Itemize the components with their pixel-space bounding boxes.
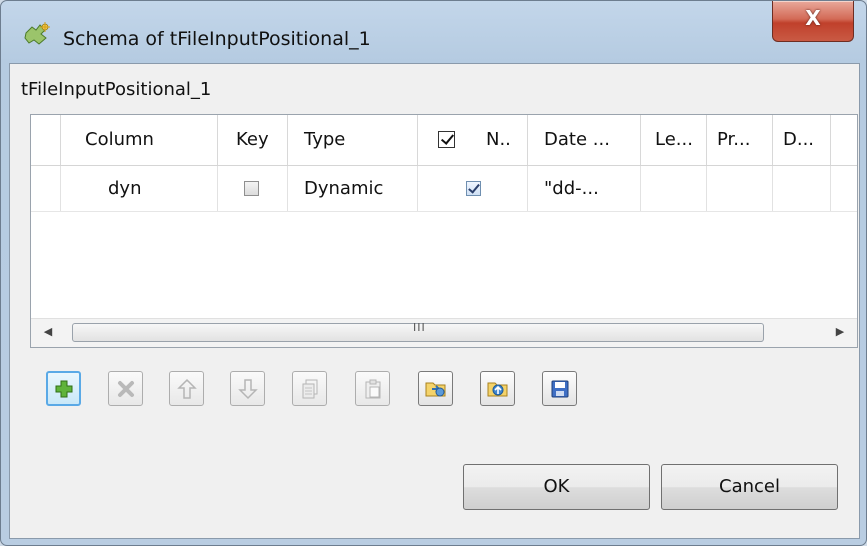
arrow-up-icon (176, 378, 197, 399)
table-row[interactable]: dyn Dynamic "dd-... (31, 166, 857, 212)
scroll-thumb[interactable]: III (72, 321, 764, 342)
save-icon (551, 380, 568, 397)
ok-button[interactable]: OK (463, 464, 650, 510)
export-folder-icon (487, 382, 507, 396)
move-down-button[interactable] (230, 371, 265, 406)
scroll-grip-icon: III (413, 321, 426, 334)
header-length[interactable]: Le... (641, 115, 707, 165)
row-header-spacer (31, 115, 61, 165)
add-row-button[interactable] (46, 371, 81, 406)
import-schema-button[interactable] (418, 371, 453, 406)
cell-precision[interactable] (707, 166, 773, 211)
header-date-pattern[interactable]: Date ... (528, 115, 641, 165)
title-bar[interactable]: Schema of tFileInputPositional_1 X (1, 1, 866, 51)
header-nullable-checkbox[interactable] (438, 131, 455, 148)
header-precision[interactable]: Pr... (707, 115, 773, 165)
horizontal-scrollbar[interactable]: ◀ III ▶ (31, 318, 857, 347)
cell-key[interactable] (218, 166, 288, 211)
close-button[interactable]: X (772, 1, 854, 42)
header-column[interactable]: Column (61, 115, 218, 165)
scroll-right-icon[interactable]: ▶ (833, 325, 847, 341)
header-type[interactable]: Type (288, 115, 418, 165)
cancel-button[interactable]: Cancel (661, 464, 838, 510)
dialog-window: Schema of tFileInputPositional_1 X tFile… (0, 0, 867, 546)
plus-icon (55, 380, 72, 397)
export-schema-button[interactable] (480, 371, 515, 406)
table-header: Column Key Type N.. Date ... Le... Pr...… (31, 115, 857, 166)
key-checkbox[interactable] (244, 181, 259, 196)
cell-type[interactable]: Dynamic (288, 166, 418, 211)
save-schema-button[interactable] (542, 371, 577, 406)
header-nullable[interactable]: N.. (418, 115, 528, 165)
header-default[interactable]: D... (773, 115, 831, 165)
copy-icon (302, 379, 317, 398)
schema-table: Column Key Type N.. Date ... Le... Pr...… (30, 114, 858, 348)
copy-button[interactable] (292, 371, 327, 406)
close-icon: X (805, 6, 821, 30)
cell-column[interactable]: dyn (61, 166, 218, 211)
cell-date-pattern[interactable]: "dd-... (528, 166, 641, 211)
remove-row-button[interactable] (108, 371, 143, 406)
scroll-left-icon[interactable]: ◀ (41, 325, 55, 341)
move-up-button[interactable] (169, 371, 204, 406)
paste-icon (365, 379, 380, 398)
nullable-checkbox[interactable] (466, 181, 481, 196)
arrow-down-icon (237, 378, 258, 399)
header-key[interactable]: Key (218, 115, 288, 165)
delete-icon (117, 380, 134, 397)
cell-length[interactable] (641, 166, 707, 211)
cell-nullable[interactable] (418, 166, 528, 211)
cell-default[interactable] (773, 166, 831, 211)
import-folder-icon (425, 382, 445, 396)
header-nullable-label: N.. (486, 129, 511, 150)
window-title: Schema of tFileInputPositional_1 (63, 28, 371, 50)
row-header (31, 166, 61, 211)
app-puzzle-icon (24, 22, 50, 45)
component-label: tFileInputPositional_1 (21, 79, 212, 100)
paste-button[interactable] (355, 371, 390, 406)
